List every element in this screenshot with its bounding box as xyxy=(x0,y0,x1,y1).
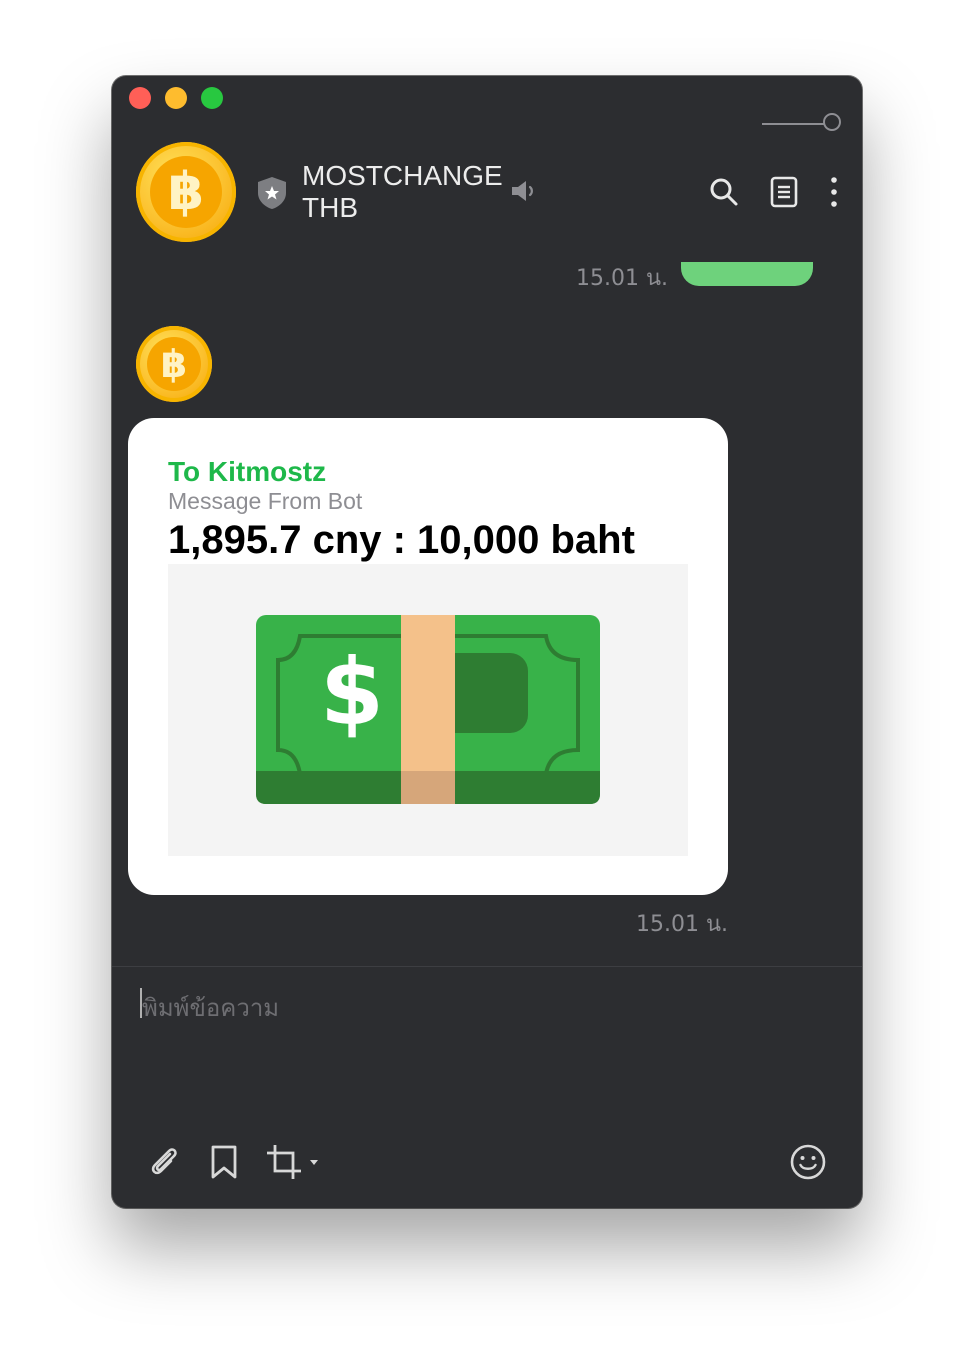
shield-star-icon xyxy=(258,177,286,209)
search-icon[interactable] xyxy=(708,176,740,208)
zoom-window-button[interactable] xyxy=(201,87,223,109)
opacity-slider-track[interactable] xyxy=(762,123,826,125)
baht-coin-icon: ฿ xyxy=(150,156,222,228)
opacity-slider-knob[interactable] xyxy=(823,113,841,131)
card-image[interactable]: $ xyxy=(168,564,688,856)
minimize-window-button[interactable] xyxy=(165,87,187,109)
composer-divider xyxy=(112,966,862,967)
crop-icon[interactable] xyxy=(266,1144,322,1180)
chat-window: ฿ MOSTCHANGE THB 15.01 น. ฿ To Kitmostz … xyxy=(112,76,862,1208)
svg-text:$: $ xyxy=(320,639,384,746)
baht-coin-icon: ฿ xyxy=(147,337,201,391)
message-input[interactable]: พิมพ์ข้อความ xyxy=(142,988,279,1027)
chat-avatar[interactable]: ฿ xyxy=(136,142,236,242)
message-timestamp: 15.01 น. xyxy=(636,912,729,937)
speaker-icon[interactable] xyxy=(510,178,538,204)
banknote-dollar-icon: $ xyxy=(256,615,600,804)
emoji-icon[interactable] xyxy=(790,1144,826,1180)
paperclip-icon[interactable] xyxy=(146,1144,182,1180)
close-window-button[interactable] xyxy=(129,87,151,109)
outgoing-message-bubble[interactable] xyxy=(681,262,813,286)
message-timestamp: 15.01 น. xyxy=(576,266,669,291)
card-subtitle: Message From Bot xyxy=(168,488,363,514)
notes-icon[interactable] xyxy=(768,176,800,208)
bot-message-card[interactable]: To Kitmostz Message From Bot 1,895.7 cny… xyxy=(128,418,728,895)
card-recipient: To Kitmostz xyxy=(168,456,327,487)
exchange-rate-text: 1,895.7 cny : 10,000 baht xyxy=(168,518,635,562)
sender-avatar[interactable]: ฿ xyxy=(136,326,212,402)
chat-title: MOSTCHANGE THB xyxy=(302,160,503,223)
more-icon[interactable] xyxy=(818,176,850,208)
bookmark-icon[interactable] xyxy=(206,1144,242,1180)
